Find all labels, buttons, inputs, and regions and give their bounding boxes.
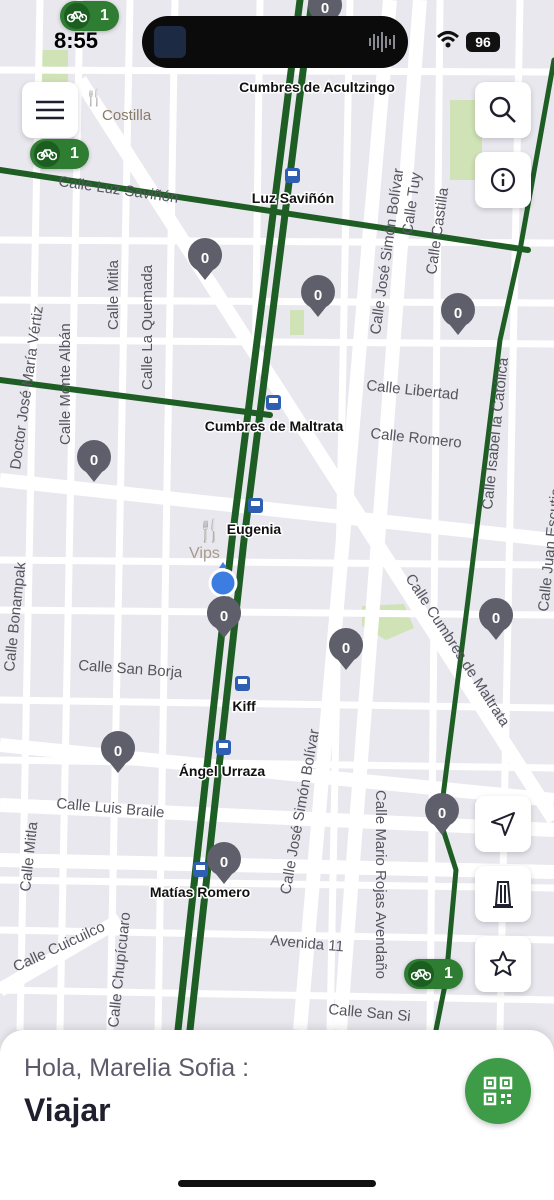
audio-wave-icon [369,32,395,52]
qr-code-button[interactable] [465,1058,531,1124]
search-icon [489,96,516,123]
bike-count: 1 [100,7,109,24]
street-label-la-quemada: Calle La Quemada [139,264,156,390]
bike-count: 1 [70,145,79,162]
station-pin-count: 0 [90,452,98,469]
station-label-cumbres-de-acultzingo: Cumbres de Acultzingo [239,79,395,95]
station-pin-count: 0 [220,608,228,625]
station-label-kiff: Kiff [232,698,256,714]
restaurant-icon: 🍴 [196,518,223,544]
bike-station-badge[interactable]: 1 [60,1,119,31]
station-label-angel-urraza: Ángel Urraza [179,763,266,779]
navigation-arrow-icon [491,812,515,836]
status-time: 8:55 [54,28,99,53]
hamburger-menu-icon [36,100,64,120]
bottom-sheet[interactable]: Hola, Marelia Sofia : Viajar [0,1030,554,1200]
bicycle-icon [64,3,90,29]
restaurant-icon: 🍴 [84,88,104,107]
street-label-monte-alban: Calle Monte Albán [57,323,74,445]
star-icon [490,951,516,976]
bus-stop-icon [266,395,281,410]
station-pin-count: 0 [454,305,462,322]
bike-count: 1 [444,965,453,982]
station-label-eugenia: Eugenia [227,521,282,537]
poi-label-vips: Vips [189,545,220,562]
street-label-mitla-top: Calle Mitla [105,259,122,330]
my-location-button[interactable] [475,796,531,852]
wifi-icon [436,31,460,48]
station-label-matias-romero: Matías Romero [150,884,250,900]
poi-label-costilla: Costilla [102,107,152,124]
station-pin-count: 0 [114,743,122,760]
station-pin-count: 0 [201,250,209,267]
bike-station-badge[interactable]: 1 [30,139,89,169]
bus-stop-icon [216,740,231,755]
home-indicator [178,1180,376,1187]
monument-button[interactable] [475,866,531,922]
station-label-cumbres-de-maltrata: Cumbres de Maltrata [205,418,344,434]
travel-title[interactable]: Viajar [24,1092,111,1129]
bus-stop-icon [193,862,208,877]
station-pin-count: 0 [314,287,322,304]
now-playing-thumbnail [154,26,186,58]
street-label-mario-rojas: Calle Mario Rojas Avendaño [372,790,389,979]
bus-stop-icon [285,168,300,183]
info-icon [490,167,516,193]
station-pin-count: 0 [342,640,350,657]
station-pin-count: 0 [321,0,329,17]
greeting-text: Hola, Marelia Sofia : [24,1054,250,1082]
favorites-button[interactable] [475,936,531,992]
station-pin-count: 0 [220,854,228,871]
battery-indicator: 96 [466,32,500,52]
bike-station-badge[interactable]: 1 [404,959,463,989]
map-canvas[interactable]: Calle Luz Saviñón Calle Mitla Calle La Q… [0,0,554,1200]
bus-stop-icon [235,676,250,691]
monument-icon [493,881,513,908]
bicycle-icon [408,961,434,987]
menu-button[interactable] [22,82,78,138]
info-button[interactable] [475,152,531,208]
qr-code-icon [483,1076,513,1106]
search-button[interactable] [475,82,531,138]
station-pin-count: 0 [492,610,500,627]
bus-stop-icon [248,498,263,513]
dynamic-island[interactable] [142,16,408,68]
bicycle-icon [34,141,60,167]
station-pin-count: 0 [438,805,446,822]
station-label-luz-savinon: Luz Saviñón [252,190,334,206]
